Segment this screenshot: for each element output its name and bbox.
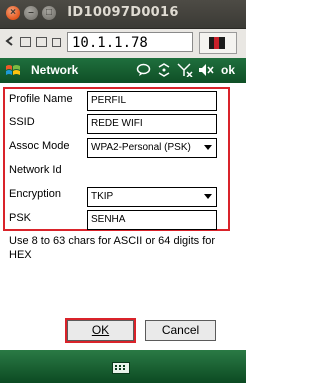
connectivity-icon[interactable] [157, 63, 171, 77]
encryption-label: Encryption [9, 188, 61, 200]
profile-name-label: Profile Name [9, 93, 73, 105]
no-signal-icon[interactable] [177, 63, 193, 77]
color-bars-icon [209, 37, 225, 49]
chevron-down-icon [204, 145, 212, 150]
window-title-bar: × – □ ID10097D0016 [0, 0, 246, 29]
keyboard-icon[interactable] [112, 362, 130, 374]
network-form: Profile Name PERFIL SSID REDE WIFI Assoc… [0, 83, 246, 350]
psk-hint-text: Use 8 to 63 chars for ASCII or 64 digits… [9, 235, 216, 261]
volume-muted-icon[interactable] [198, 63, 214, 77]
assoc-mode-value: WPA2-Personal (PSK) [91, 142, 191, 153]
ok-button[interactable]: OK [65, 318, 136, 343]
windows-start-icon[interactable] [4, 62, 22, 80]
app-header: Network ok [0, 58, 246, 83]
cancel-button[interactable]: Cancel [145, 320, 216, 341]
encryption-select[interactable]: TKIP [87, 187, 217, 207]
chevron-down-icon [204, 194, 212, 199]
chat-bubble-icon[interactable] [136, 63, 151, 77]
page-title: Network [31, 63, 79, 77]
assoc-mode-label: Assoc Mode [9, 140, 70, 152]
ssid-field[interactable]: REDE WIFI [87, 114, 217, 134]
address-field[interactable]: 10.1.1.78 [67, 32, 193, 52]
psk-field[interactable]: SENHA [87, 210, 217, 230]
color-mode-button[interactable] [199, 32, 237, 54]
ssid-label: SSID [9, 116, 35, 128]
small-window-icon[interactable] [52, 38, 61, 47]
psk-label: PSK [9, 212, 32, 224]
profile-name-field[interactable]: PERFIL [87, 91, 217, 111]
window-icon[interactable] [20, 37, 31, 47]
network-id-label: Network Id [9, 164, 62, 176]
window-title: ID10097D0016 [67, 5, 179, 20]
encryption-value: TKIP [91, 191, 114, 202]
window-stack-icon[interactable] [36, 37, 47, 47]
soft-key-bar [0, 350, 246, 383]
header-ok-button[interactable]: ok [221, 63, 235, 77]
back-arrow-icon[interactable] [4, 35, 16, 47]
assoc-mode-select[interactable]: WPA2-Personal (PSK) [87, 138, 217, 158]
remote-toolbar: 10.1.1.78 [0, 29, 246, 58]
ok-button-label: OK [91, 323, 110, 337]
